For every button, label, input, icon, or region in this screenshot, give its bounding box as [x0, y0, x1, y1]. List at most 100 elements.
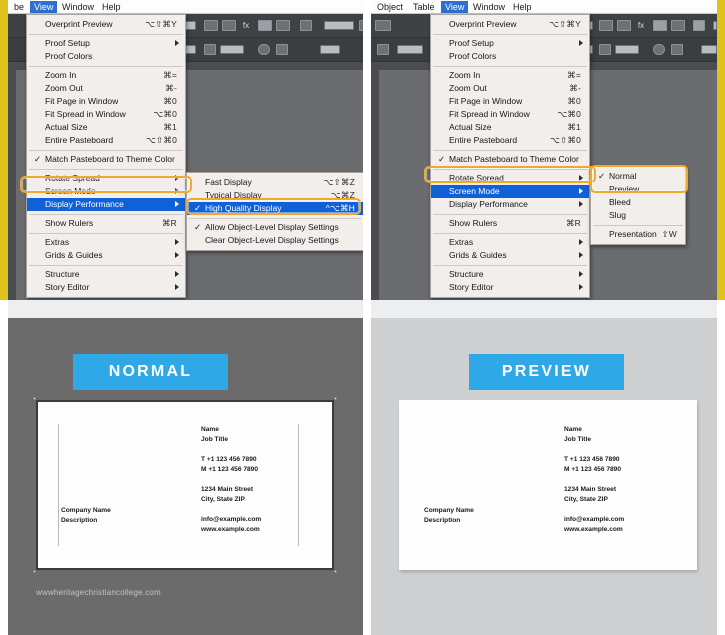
right-screen-mode-item-presentation[interactable]: Presentation ⇧W: [591, 228, 685, 241]
left-view-menu-shortcut: ⌥⇧⌘Y: [145, 19, 177, 29]
right-screen-mode-item-bleed[interactable]: Bleed: [591, 196, 685, 209]
right-toolbar2-field-zoom[interactable]: [615, 45, 639, 54]
left-display-performance-item-fast-display[interactable]: Fast Display ⌥⇧⌘Z: [187, 176, 363, 189]
right-menubar-item-help[interactable]: Help: [509, 1, 536, 13]
left-view-menu-item-fit-spread-in-window[interactable]: Fit Spread in Window ⌥⌘0: [27, 108, 185, 121]
right-toolbar2-icon-grid[interactable]: [599, 44, 611, 55]
left-toolbar-icon-frame[interactable]: [204, 20, 218, 31]
left-view-menu-item-structure[interactable]: Structure: [27, 268, 185, 281]
left-view-menu-item-actual-size[interactable]: Actual Size ⌘1: [27, 121, 185, 134]
left-view-menu-item-extras[interactable]: Extras: [27, 236, 185, 249]
right-view-menu-item-match-pasteboard-to-theme-color[interactable]: ✓ Match Pasteboard to Theme Color: [431, 153, 589, 166]
left-view-menu[interactable]: Overprint Preview ⌥⇧⌘Y Proof Setup Proof Co…: [26, 14, 186, 298]
normal-handle-tr[interactable]: [334, 397, 337, 400]
left-display-performance-shortcut: ⌥⇧⌘Z: [323, 177, 355, 187]
preview-business-card: Company Name Description Name Job Title …: [399, 400, 697, 570]
left-display-performance-item-clear-object-level-display-settings[interactable]: Clear Object-Level Display Settings: [187, 234, 363, 247]
preview-badge-label: PREVIEW: [501, 363, 592, 380]
left-display-performance-shortcut: ^⌥⌘H: [325, 203, 355, 213]
right-toolbar-icon-fit[interactable]: [617, 20, 631, 31]
right-toolbar-icon-panel[interactable]: [375, 20, 391, 31]
left-toolbar-icon-fx[interactable]: fx: [240, 20, 252, 31]
right-view-menu-label: Match Pasteboard to Theme Color: [449, 154, 579, 164]
right-toolbar-icon-fx[interactable]: fx: [635, 20, 647, 31]
normal-handle-br[interactable]: [334, 570, 337, 573]
left-menubar-item-help[interactable]: Help: [98, 1, 125, 13]
right-screen-mode-submenu[interactable]: ✓ Normal Preview Bleed Slug Presentation ⇧W: [590, 166, 686, 245]
right-menubar-item-object[interactable]: Object: [373, 1, 407, 13]
left-toolbar-icon-distribute[interactable]: [300, 20, 312, 31]
right-toolbar-icon-align-left[interactable]: [653, 20, 667, 31]
right-view-menu-item-screen-mode[interactable]: Screen Mode: [431, 185, 589, 198]
right-menubar-item-window[interactable]: Window: [469, 1, 509, 13]
right-view-menu-item-structure[interactable]: Structure: [431, 268, 589, 281]
right-view-menu-item-zoom-out[interactable]: Zoom Out ⌘-: [431, 82, 589, 95]
left-view-menu-item-proof-colors[interactable]: Proof Colors: [27, 50, 185, 63]
right-view-menu-item-proof-colors[interactable]: Proof Colors: [431, 50, 589, 63]
right-view-menu-shortcut: ⌘-: [569, 83, 581, 93]
left-toolbar-icon-align-center[interactable]: [276, 20, 290, 31]
preview-card-surface: [399, 400, 697, 570]
right-toolbar2-icon-circle[interactable]: [653, 44, 665, 55]
right-toolbar-field-size[interactable]: [713, 21, 717, 30]
right-view-menu-item-overprint-preview[interactable]: Overprint Preview ⌥⇧⌘Y: [431, 18, 589, 31]
right-view-menu-item-display-performance[interactable]: Display Performance: [431, 198, 589, 211]
left-display-performance-item-typical-display[interactable]: Typical Display ⌥⌘Z: [187, 189, 363, 202]
right-toolbar2-field-w[interactable]: [397, 45, 423, 54]
left-view-menu-item-screen-mode[interactable]: Screen Mode: [27, 185, 185, 198]
left-view-menu-item-proof-setup[interactable]: Proof Setup: [27, 37, 185, 50]
left-menubar-item-view[interactable]: View: [30, 1, 58, 13]
left-toolbar2-icon-grid[interactable]: [204, 44, 216, 55]
right-screen-mode-item-preview[interactable]: Preview: [591, 183, 685, 196]
left-view-menu-item-display-performance[interactable]: Display Performance: [27, 198, 185, 211]
left-toolbar-icon-fit[interactable]: [222, 20, 236, 31]
left-view-menu-item-zoom-in[interactable]: Zoom In ⌘=: [27, 69, 185, 82]
left-view-menu-item-entire-pasteboard[interactable]: Entire Pasteboard ⌥⇧⌘0: [27, 134, 185, 147]
left-toolbar2-field-units[interactable]: [320, 45, 340, 54]
right-toolbar2-icon-link[interactable]: [377, 44, 389, 55]
right-view-menu[interactable]: Overprint Preview ⌥⇧⌘Y Proof Setup Proof Co…: [430, 14, 590, 298]
left-view-menu-item-rotate-spread[interactable]: Rotate Spread: [27, 172, 185, 185]
normal-job-title: Job Title: [201, 436, 228, 443]
left-display-performance-item-high-quality-display[interactable]: ✓ High Quality Display ^⌥⌘H: [187, 202, 363, 215]
normal-handle-tl[interactable]: [33, 397, 36, 400]
right-view-menu-item-show-rulers[interactable]: Show Rulers ⌘R: [431, 217, 589, 230]
right-toolbar2-field-units[interactable]: [701, 45, 717, 54]
left-view-menu-item-grids-guides[interactable]: Grids & Guides: [27, 249, 185, 262]
left-toolbar2-field-zoom[interactable]: [220, 45, 244, 54]
right-view-menu-item-entire-pasteboard[interactable]: Entire Pasteboard ⌥⇧⌘0: [431, 134, 589, 147]
left-display-performance-submenu[interactable]: Fast Display ⌥⇧⌘Z Typical Display ⌥⌘Z ✓ High …: [186, 172, 363, 251]
left-toolbar2-icon-circle[interactable]: [258, 44, 270, 55]
right-view-menu-item-proof-setup[interactable]: Proof Setup: [431, 37, 589, 50]
right-view-menu-item-extras[interactable]: Extras: [431, 236, 589, 249]
right-view-menu-item-actual-size[interactable]: Actual Size ⌘1: [431, 121, 589, 134]
right-toolbar-icon-frame[interactable]: [599, 20, 613, 31]
left-view-menu-item-zoom-out[interactable]: Zoom Out ⌘-: [27, 82, 185, 95]
normal-handle-bl[interactable]: [33, 570, 36, 573]
right-view-menu-item-fit-page-in-window[interactable]: Fit Page in Window ⌘0: [431, 95, 589, 108]
left-view-menu-item-overprint-preview[interactable]: Overprint Preview ⌥⇧⌘Y: [27, 18, 185, 31]
right-menubar-item-table[interactable]: Table: [409, 1, 439, 13]
right-screen-mode-item-slug[interactable]: Slug: [591, 209, 685, 222]
right-toolbar2-icon-square[interactable]: [671, 44, 683, 55]
preview-phone-m: M +1 123 456 7890: [564, 466, 622, 473]
left-menubar-item-window[interactable]: Window: [58, 1, 98, 13]
left-view-menu-item-story-editor[interactable]: Story Editor: [27, 281, 185, 294]
left-view-menu-item-match-pasteboard-to-theme-color[interactable]: ✓ Match Pasteboard to Theme Color: [27, 153, 185, 166]
right-view-menu-item-fit-spread-in-window[interactable]: Fit Spread in Window ⌥⌘0: [431, 108, 589, 121]
left-display-performance-item-allow-object-level-display-settings[interactable]: ✓ Allow Object-Level Display Settings: [187, 221, 363, 234]
right-menubar-item-view[interactable]: View: [441, 1, 469, 13]
left-toolbar2-icon-square[interactable]: [276, 44, 288, 55]
left-menubar-item-adobe[interactable]: be: [10, 1, 28, 13]
right-toolbar-icon-distribute[interactable]: [693, 20, 705, 31]
right-view-menu-item-story-editor[interactable]: Story Editor: [431, 281, 589, 294]
right-view-menu-item-rotate-spread[interactable]: Rotate Spread: [431, 172, 589, 185]
left-view-menu-item-fit-page-in-window[interactable]: Fit Page in Window ⌘0: [27, 95, 185, 108]
right-view-menu-item-zoom-in[interactable]: Zoom In ⌘=: [431, 69, 589, 82]
right-view-menu-item-grids-guides[interactable]: Grids & Guides: [431, 249, 589, 262]
right-toolbar-icon-align-center[interactable]: [671, 20, 685, 31]
right-screen-mode-item-normal[interactable]: ✓ Normal: [591, 170, 685, 183]
left-toolbar-icon-align-left[interactable]: [258, 20, 272, 31]
left-toolbar-field-size[interactable]: [324, 21, 354, 30]
left-view-menu-item-show-rulers[interactable]: Show Rulers ⌘R: [27, 217, 185, 230]
